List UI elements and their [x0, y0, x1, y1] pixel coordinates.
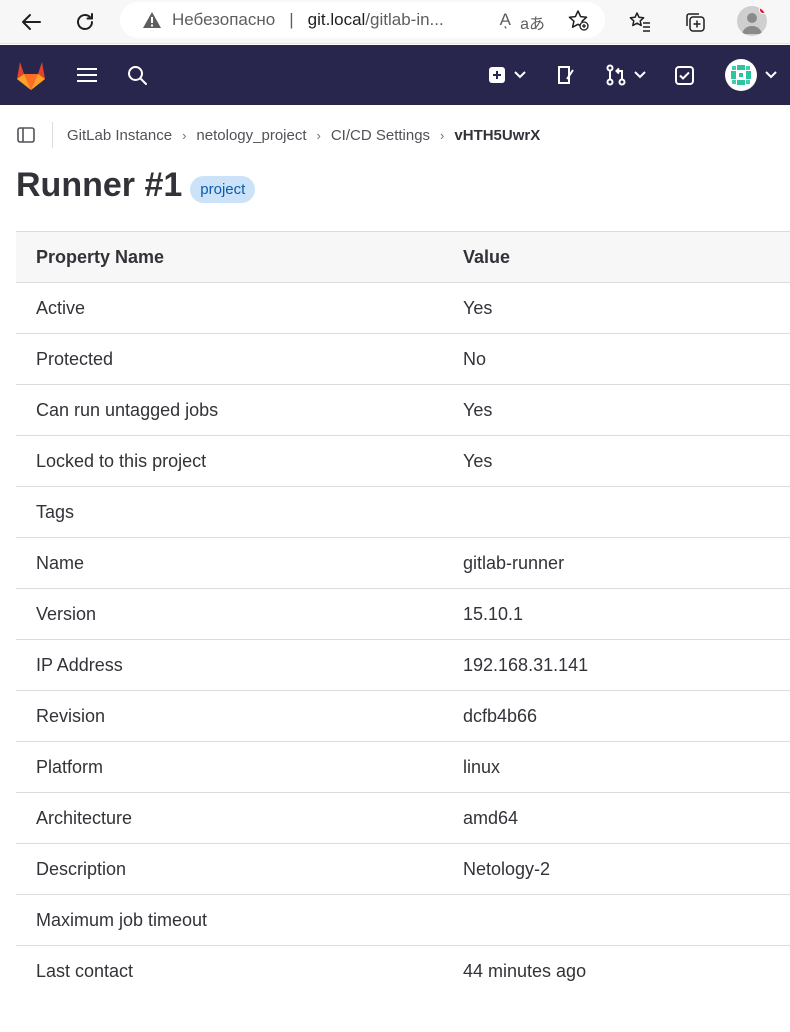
table-row: Version 15.10.1	[16, 589, 790, 640]
translate-icon[interactable]: aあ	[520, 10, 545, 34]
table-row: Tags	[16, 487, 790, 538]
page-header: Runner #1 project	[16, 166, 256, 205]
address-separator: |	[289, 10, 294, 29]
merge-requests-dropdown[interactable]	[606, 45, 646, 105]
chevron-right-icon: ›	[316, 127, 321, 143]
collections-icon	[686, 13, 705, 32]
todos-button[interactable]	[675, 45, 694, 105]
chevron-down-icon	[765, 71, 777, 79]
table-row: Architecture amd64	[16, 793, 790, 844]
search-button[interactable]	[127, 45, 147, 105]
property-name: Locked to this project	[36, 450, 207, 471]
property-name: Name	[36, 552, 85, 573]
property-value: linux	[463, 756, 501, 777]
url-path: /gitlab-in...	[365, 10, 444, 29]
user-menu-dropdown[interactable]	[725, 45, 777, 105]
runner-properties-table: Property Name Value Active Yes Protected N…	[16, 231, 790, 997]
chevron-down-icon	[514, 71, 526, 79]
property-value: gitlab-runner	[463, 552, 565, 573]
property-name: Description	[36, 858, 127, 879]
warning-icon	[143, 12, 161, 28]
user-avatar	[725, 59, 757, 91]
plus-square-icon	[489, 67, 505, 83]
gitlab-logo[interactable]	[15, 45, 47, 105]
table-row: Description Netology-2	[16, 844, 790, 895]
property-name: Platform	[36, 756, 104, 777]
property-value: Yes	[463, 297, 493, 318]
hamburger-icon	[77, 68, 97, 82]
merge-request-icon	[606, 64, 626, 86]
read-aloud-icon[interactable]: Aͅ	[500, 10, 511, 30]
property-name: Protected	[36, 348, 114, 369]
table-header-row: Property Name Value	[16, 232, 790, 283]
todo-check-icon	[675, 65, 694, 85]
page-title: Runner #1	[16, 166, 183, 204]
property-value: amd64	[463, 807, 519, 828]
table-row: Locked to this project Yes	[16, 436, 790, 487]
header-property-name: Property Name	[36, 246, 165, 267]
property-value: dcfb4b66	[463, 705, 538, 726]
notification-dot	[759, 6, 767, 14]
sidebar-panel-icon	[17, 127, 35, 143]
chevron-right-icon: ›	[182, 127, 187, 143]
reload-button[interactable]	[69, 6, 101, 38]
address-bar[interactable]: Небезопасно | git.local/gitlab-in... Aͅ …	[120, 2, 605, 38]
property-value: 44 minutes ago	[463, 961, 587, 981]
property-value: 15.10.1	[463, 603, 524, 624]
gitlab-top-nav	[0, 45, 790, 105]
breadcrumb: GitLab Instance › netology_project › CI/…	[16, 120, 540, 150]
collections-button[interactable]	[679, 6, 711, 38]
breadcrumb-project[interactable]: netology_project	[196, 127, 306, 144]
table-row: Active Yes	[16, 283, 790, 334]
table-row: Name gitlab-runner	[16, 538, 790, 589]
search-icon	[128, 66, 147, 85]
property-value: Yes	[463, 450, 493, 471]
table-row: IP Address 192.168.31.141	[16, 640, 790, 691]
header-value: Value	[463, 246, 511, 267]
chevron-down-icon	[634, 71, 646, 79]
table-row: Platform linux	[16, 742, 790, 793]
favorites-list-icon	[629, 12, 650, 32]
table-row: Revision dcfb4b66	[16, 691, 790, 742]
property-name: Can run untagged jobs	[36, 399, 219, 420]
browser-toolbar: Небезопасно | git.local/gitlab-in... Aͅ …	[0, 0, 790, 44]
property-value: Yes	[463, 399, 493, 420]
property-name: Active	[36, 297, 86, 318]
tanuki-logo-icon	[17, 61, 45, 90]
favorites-button[interactable]	[624, 6, 656, 38]
property-value: No	[463, 348, 487, 369]
sidebar-toggle-button[interactable]	[16, 125, 36, 145]
property-name: Maximum job timeout	[36, 909, 208, 930]
breadcrumb-cicd-settings[interactable]: CI/CD Settings	[331, 127, 430, 144]
table-row: Maximum job timeout	[16, 895, 790, 946]
property-value: Netology-2	[463, 858, 551, 879]
property-name: IP Address	[36, 654, 123, 675]
property-name: Version	[36, 603, 97, 624]
property-name: Revision	[36, 705, 106, 726]
insecure-label: Небезопасно	[172, 10, 276, 29]
back-button[interactable]	[15, 6, 47, 38]
table-row: Can run untagged jobs Yes	[16, 385, 790, 436]
main-menu-button[interactable]	[76, 45, 98, 105]
browser-profile-avatar[interactable]	[737, 6, 767, 36]
property-value: 192.168.31.141	[463, 654, 589, 675]
property-name: Last contact	[36, 961, 134, 981]
chevron-right-icon: ›	[440, 127, 445, 143]
breadcrumb-gitlab-instance[interactable]: GitLab Instance	[67, 127, 172, 144]
table-row: Last contact 44 minutes ago	[16, 946, 790, 997]
issues-icon	[558, 66, 574, 84]
create-new-dropdown[interactable]	[488, 45, 526, 105]
reload-icon	[77, 13, 93, 30]
breadcrumb-divider	[52, 122, 53, 148]
issues-button[interactable]	[556, 45, 576, 105]
runner-type-badge: project	[190, 176, 256, 203]
breadcrumb-current[interactable]: vHTH5UwrX	[454, 127, 540, 144]
url-host: git.local	[307, 10, 366, 29]
property-name: Architecture	[36, 807, 133, 828]
property-name: Tags	[36, 501, 75, 522]
arrow-left-icon	[22, 14, 41, 30]
add-favorite-icon[interactable]	[567, 9, 589, 31]
table-row: Protected No	[16, 334, 790, 385]
